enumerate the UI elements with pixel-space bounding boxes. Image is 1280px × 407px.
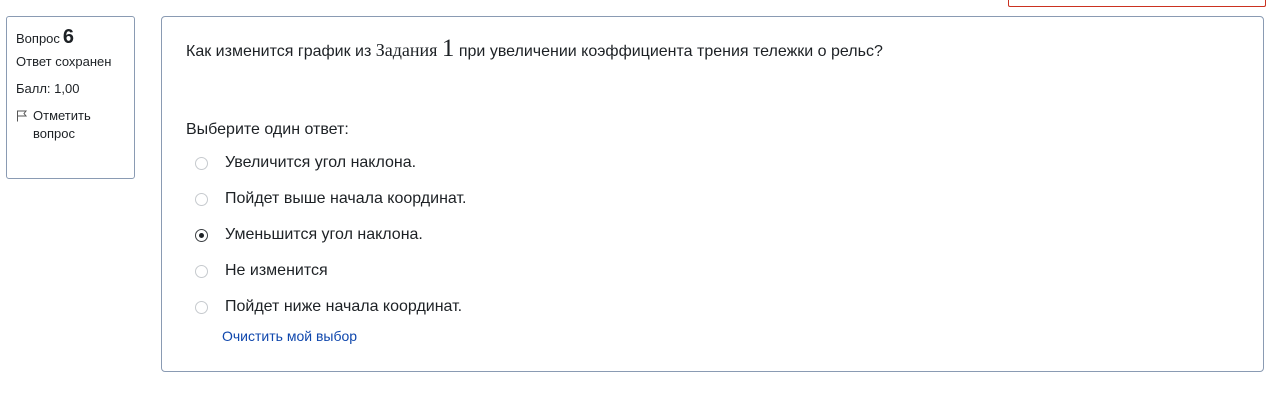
question-grade: Балл: 1,00 <box>16 81 80 96</box>
question-state: Ответ сохранен <box>16 54 112 69</box>
alert-box-edge <box>1008 0 1266 7</box>
question-text: Как изменится график из Задания 1 при ув… <box>186 35 883 63</box>
answer-radio[interactable] <box>195 300 208 314</box>
answer-option[interactable]: Увеличится угол наклона. <box>195 145 995 181</box>
answer-prompt: Выберите один ответ: <box>186 121 349 138</box>
question-number: 6 <box>62 26 75 48</box>
answer-radio[interactable] <box>195 264 208 278</box>
flag-question-label: Отметить вопрос <box>33 108 91 141</box>
clear-choice-link[interactable]: Очистить мой выбор <box>222 328 357 344</box>
flag-icon <box>17 110 28 122</box>
question-info-panel: Вопрос 6 Ответ сохранен Балл: 1,00 Отмет… <box>6 16 135 179</box>
answer-option[interactable]: Пойдет ниже начала координат. <box>195 289 995 325</box>
answer-radio[interactable] <box>195 192 208 206</box>
answer-label: Увеличится угол наклона. <box>225 154 417 171</box>
answer-option[interactable]: Не изменится <box>195 253 995 289</box>
answer-label: Не изменится <box>225 262 328 279</box>
question-content: Как изменится график из Задания 1 при ув… <box>161 16 1264 372</box>
question-text-task: Задания <box>375 40 438 60</box>
question-text-after: при увеличении коэффициента трения тележ… <box>454 43 883 60</box>
answer-label: Пойдет выше начала координат. <box>225 190 467 207</box>
question-text-task-number: 1 <box>441 35 455 62</box>
question-label: Вопрос <box>16 31 60 46</box>
flag-question-button[interactable]: Отметить вопрос <box>16 107 126 143</box>
answer-radio[interactable] <box>195 156 208 170</box>
answer-label: Пойдет ниже начала координат. <box>225 298 463 315</box>
question-text-before: Как изменится график из <box>186 43 376 60</box>
answer-list: Увеличится угол наклона. Пойдет выше нач… <box>195 145 995 325</box>
answer-label: Уменьшится угол наклона. <box>225 226 423 243</box>
answer-option[interactable]: Уменьшится угол наклона. <box>195 217 995 253</box>
question-header: Вопрос 6 <box>16 27 126 48</box>
answer-option[interactable]: Пойдет выше начала координат. <box>195 181 995 217</box>
answer-radio[interactable] <box>195 228 208 242</box>
